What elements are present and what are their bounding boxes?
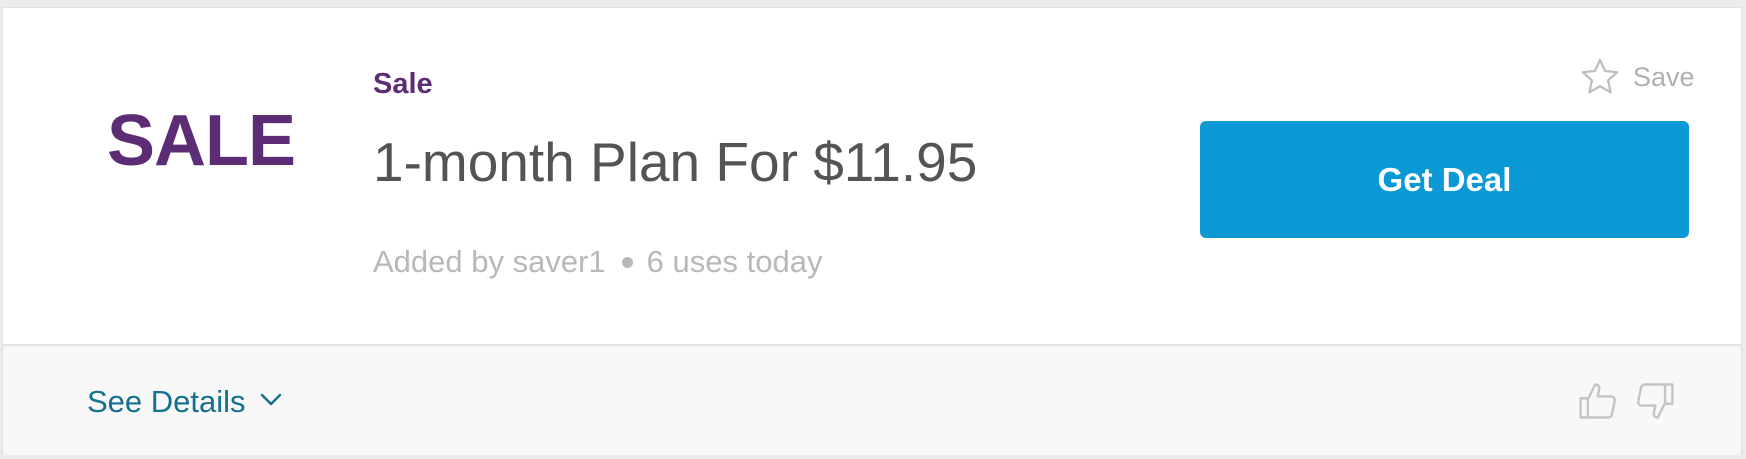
star-icon: [1579, 56, 1621, 98]
deal-main-section: SALE Sale 1-month Plan For $11.95 Added …: [3, 8, 1741, 344]
save-label: Save: [1633, 61, 1695, 92]
deal-card: SALE Sale 1-month Plan For $11.95 Added …: [2, 7, 1742, 455]
upvote-button[interactable]: [1576, 379, 1620, 423]
thumbs-up-icon: [1576, 379, 1620, 423]
offer-title: 1-month Plan For $11.95: [373, 131, 978, 193]
uses-today-text: 6 uses today: [646, 244, 823, 279]
sale-badge: SALE: [107, 101, 296, 181]
save-button[interactable]: Save: [1579, 56, 1695, 98]
added-by-text: Added by saver1: [373, 244, 606, 279]
offer-type-label: Sale: [373, 68, 433, 100]
see-details-toggle[interactable]: See Details: [87, 384, 282, 420]
thumbs-down-icon: [1633, 379, 1677, 423]
downvote-button[interactable]: [1633, 379, 1677, 423]
get-deal-button[interactable]: Get Deal: [1200, 121, 1689, 238]
separator-dot: [621, 256, 633, 268]
deal-footer: See Details: [3, 344, 1741, 455]
chevron-down-icon: [260, 393, 282, 412]
offer-meta: Added by saver1 6 uses today: [373, 244, 822, 280]
see-details-label: See Details: [87, 384, 246, 419]
